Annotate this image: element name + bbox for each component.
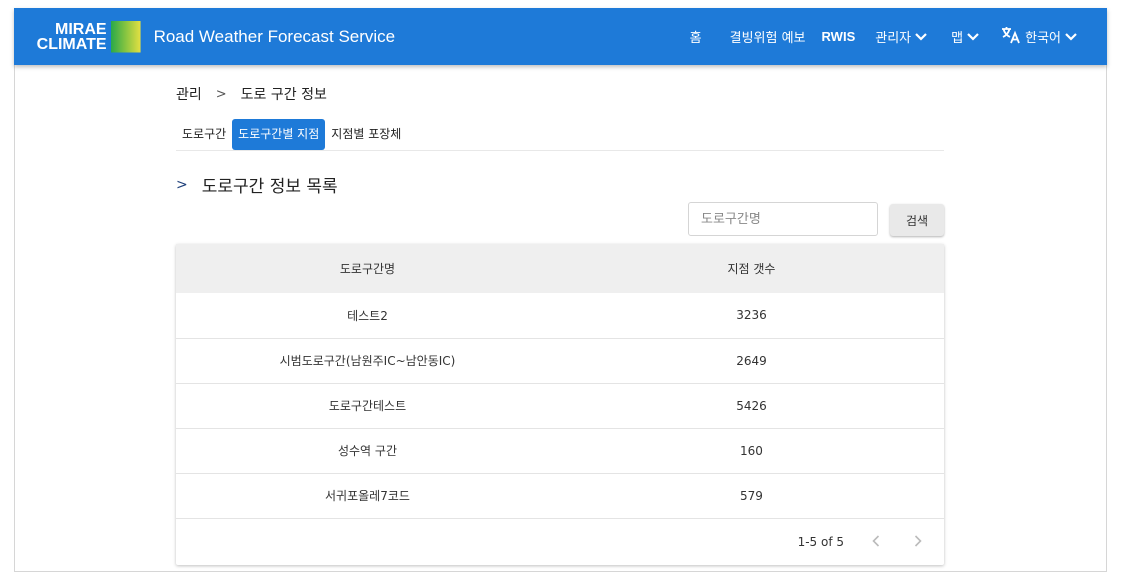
language-menu[interactable]: 한국어 — [1001, 26, 1077, 48]
table-row[interactable]: 성수역 구간 160 — [176, 428, 944, 473]
cell-section-name: 서귀포올레7코드 — [325, 489, 410, 503]
breadcrumb-current: 도로 구간 정보 — [240, 87, 327, 103]
chevron-left-icon[interactable] — [866, 532, 886, 551]
translate-icon — [1001, 26, 1021, 48]
column-header-point-count[interactable]: 지점 갯수 — [559, 244, 944, 293]
logo-line-2: CLIMATE — [36, 35, 107, 53]
table-row[interactable]: 도로구간테스트 5426 — [176, 383, 944, 428]
breadcrumb: 관리 > 도로 구간 정보 — [176, 84, 944, 104]
road-section-table: 도로구간명 지점 갯수 테스트2 3236 시범도로구간(남원주IC~남안동IC… — [176, 244, 944, 565]
breadcrumb-parent[interactable]: 관리 — [176, 84, 202, 104]
nav-forecast[interactable]: 결빙위험 예보 — [730, 27, 806, 46]
table-header-row: 도로구간명 지점 갯수 — [176, 244, 944, 293]
nav-forecast-label: 결빙위험 예보 — [729, 31, 806, 46]
mirae-climate-logo[interactable]: MIRAE CLIMATE — [31, 8, 141, 65]
nav-map-label: 맵 — [951, 31, 964, 46]
chevron-down-icon — [1065, 32, 1077, 41]
cell-point-count: 579 — [740, 488, 763, 503]
app-bar: MIRAE CLIMATE Road Weather Forecast Serv… — [14, 8, 1107, 65]
main-content: 관리 > 도로 구간 정보 도로구간 도로구간별 지점 지점별 포장체 > 도로… — [176, 84, 944, 549]
table-row[interactable]: 테스트2 3236 — [176, 293, 944, 338]
section-title: > 도로구간 정보 목록 — [176, 172, 338, 198]
nav-admin-label: 관리자 — [875, 31, 912, 46]
chevron-down-icon — [915, 32, 927, 41]
nav-home[interactable]: 홈 — [690, 27, 702, 46]
section-arrow-icon: > — [176, 176, 188, 193]
cell-section-name: 성수역 구간 — [337, 444, 397, 458]
cell-point-count: 160 — [740, 443, 763, 458]
search-button[interactable]: 검색 — [890, 204, 944, 236]
tab-bar: 도로구간 도로구간별 지점 지점별 포장체 — [176, 119, 944, 151]
column-header-section-name[interactable]: 도로구간명 — [176, 244, 559, 293]
cell-point-count: 5426 — [736, 398, 767, 413]
tab-point-pavement[interactable]: 지점별 포장체 — [325, 119, 407, 150]
cell-section-name: 테스트2 — [347, 308, 388, 323]
nav-admin-menu[interactable]: 관리자 — [875, 27, 927, 46]
cell-point-count: 3236 — [736, 308, 767, 323]
logo-mark-icon — [110, 20, 141, 53]
table-row[interactable]: 시범도로구간(남원주IC~남안동IC) 2649 — [176, 338, 944, 383]
chevron-down-icon — [967, 32, 979, 41]
nav-rwis-label: RWIS — [821, 29, 856, 44]
section-title-text: 도로구간 정보 목록 — [201, 177, 338, 197]
search-input[interactable] — [688, 202, 878, 236]
table-footer: 1-5 of 5 — [176, 519, 944, 565]
tab-road-section[interactable]: 도로구간 — [176, 119, 232, 150]
breadcrumb-separator: > — [215, 86, 227, 102]
nav-map-menu[interactable]: 맵 — [951, 27, 979, 46]
cell-section-name: 도로구간테스트 — [328, 399, 407, 413]
pagination-range: 1-5 of 5 — [797, 534, 844, 549]
chevron-right-icon[interactable] — [908, 532, 928, 551]
cell-point-count: 2649 — [736, 353, 767, 368]
language-label: 한국어 — [1025, 31, 1061, 46]
table-row[interactable]: 서귀포올레7코드 579 — [176, 473, 944, 518]
nav-rwis[interactable]: RWIS — [822, 29, 856, 44]
top-nav: 홈 결빙위험 예보 RWIS 관리자 맵 한국어 — [690, 8, 1107, 65]
tab-section-points[interactable]: 도로구간별 지점 — [232, 119, 326, 150]
logo-line-1: MIRAE — [55, 20, 107, 38]
app-title: Road Weather Forecast Service — [153, 26, 396, 46]
nav-home-label: 홈 — [689, 31, 702, 46]
cell-section-name: 시범도로구간(남원주IC~남안동IC) — [279, 354, 456, 368]
